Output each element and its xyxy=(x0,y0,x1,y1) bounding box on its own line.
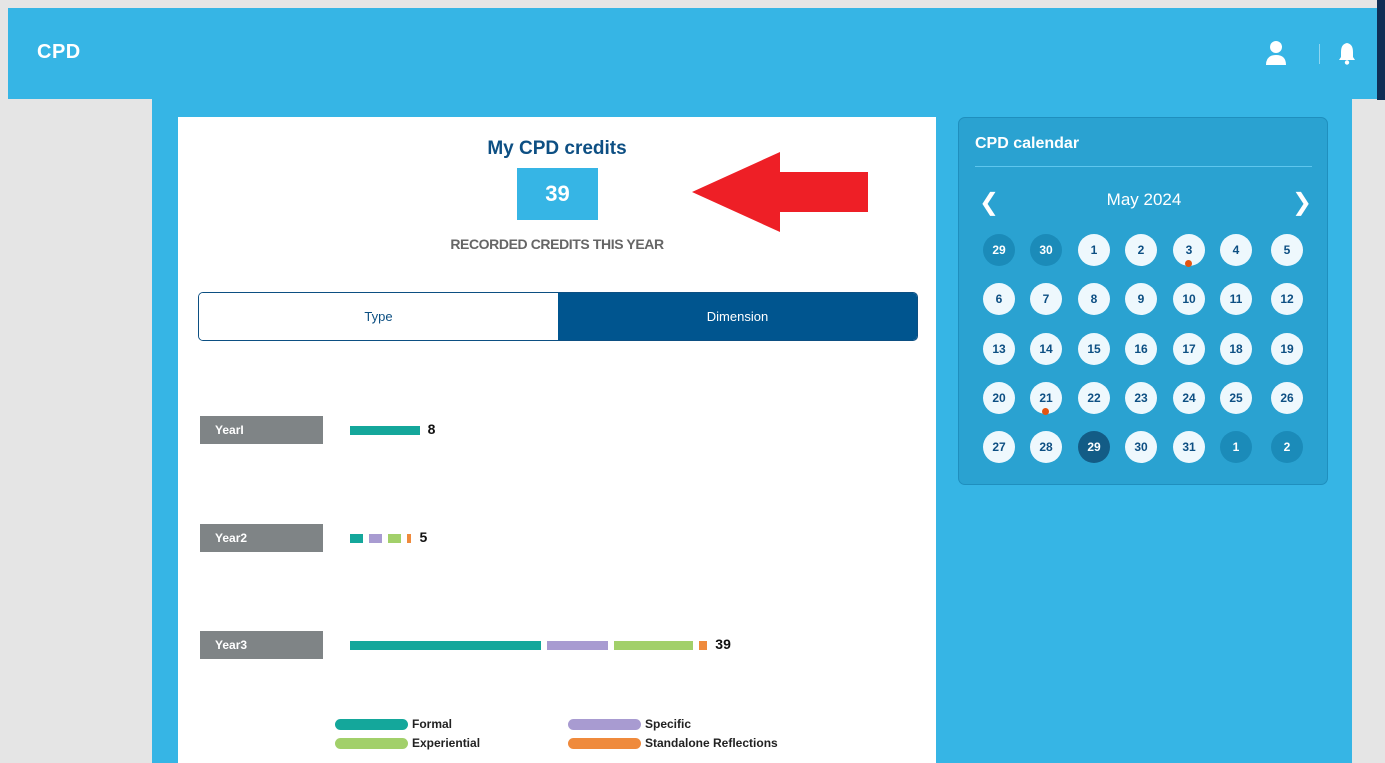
chevron-right-icon[interactable]: ❯ xyxy=(1292,188,1312,217)
calendar-month: May 2024 xyxy=(1106,190,1182,209)
calendar-day[interactable]: 1 xyxy=(1078,234,1110,266)
calendar-day[interactable]: 18 xyxy=(1220,333,1252,365)
legend-experiential-label: Experiential xyxy=(412,736,481,750)
row-label-year3: Year3 xyxy=(200,631,323,659)
calendar-day[interactable]: 23 xyxy=(1125,382,1157,414)
header-divider xyxy=(1319,44,1320,64)
red-arrow-icon xyxy=(692,152,868,232)
calendar-day[interactable]: 21 xyxy=(1030,382,1062,415)
calendar-day[interactable]: 3 xyxy=(1173,234,1205,267)
legend-specific-label: Specific xyxy=(645,717,692,731)
tab-type[interactable]: Type xyxy=(199,293,558,340)
calendar-day[interactable]: 12 xyxy=(1271,283,1303,315)
legend-formal: Formal xyxy=(335,717,452,731)
calendar-day[interactable]: 22 xyxy=(1078,382,1110,414)
calendar-day[interactable]: 20 xyxy=(983,382,1015,414)
legend-experiential-swatch xyxy=(335,737,408,749)
calendar-day[interactable]: 27 xyxy=(983,431,1015,463)
legend-specific: Specific xyxy=(568,717,691,731)
calendar-day[interactable]: 30 xyxy=(1030,234,1062,266)
bar-year3-standalone-reflections xyxy=(698,641,708,650)
legend-standalone-swatch xyxy=(568,737,641,749)
calendar-day[interactable]: 31 xyxy=(1173,431,1205,463)
tab-dimension[interactable]: Dimension xyxy=(558,293,917,340)
bar-year1-formal xyxy=(350,426,420,435)
calendar-day[interactable]: 26 xyxy=(1271,382,1303,414)
credits-value: 39 xyxy=(517,168,598,220)
calendar-day[interactable]: 11 xyxy=(1220,283,1252,315)
bar-year3-formal xyxy=(350,641,542,650)
calendar-day[interactable]: 5 xyxy=(1271,234,1303,266)
calendar-day[interactable]: 28 xyxy=(1030,431,1062,463)
calendar-day[interactable]: 10 xyxy=(1173,283,1205,315)
bar-year2-experiential xyxy=(388,534,402,543)
brand-logo[interactable]: CPD xyxy=(37,41,81,64)
legend-formal-swatch xyxy=(335,718,408,730)
bell-icon[interactable] xyxy=(1338,41,1356,65)
calendar-divider xyxy=(975,166,1312,167)
bar-year2-standalone-reflections xyxy=(407,534,412,543)
legend-formal-label: Formal xyxy=(412,717,453,731)
event-dot xyxy=(1042,408,1049,415)
calendar-day[interactable]: 8 xyxy=(1078,283,1110,315)
user-icon[interactable] xyxy=(1264,40,1288,66)
window-edge xyxy=(1377,0,1385,100)
calendar-day[interactable]: 15 xyxy=(1078,333,1110,365)
bar-year2-specific xyxy=(369,534,383,543)
calendar-day[interactable]: 30 xyxy=(1125,431,1157,463)
calendar-day[interactable]: 7 xyxy=(1030,283,1062,315)
row-label-year1: YearI xyxy=(200,416,323,444)
calendar-day[interactable]: 29 xyxy=(1078,431,1110,463)
calendar-day[interactable]: 14 xyxy=(1030,333,1062,365)
row-label-year2: Year2 xyxy=(200,524,323,552)
bar-year3-experiential xyxy=(614,641,693,650)
credits-subtitle: RECORDED CREDITS THIS YEAR xyxy=(450,236,664,252)
calendar-day[interactable]: 17 xyxy=(1173,333,1205,365)
legend-standalone-reflections: Standalone Reflections xyxy=(568,736,778,750)
calendar-day[interactable]: 6 xyxy=(983,283,1015,315)
chart-tabs: Type Dimension xyxy=(198,292,918,341)
legend-standalone-label: Standalone Reflections xyxy=(645,736,778,750)
calendar-day[interactable]: 16 xyxy=(1125,333,1157,365)
bar-year3-specific xyxy=(547,641,609,650)
legend-experiential: Experiential xyxy=(335,736,480,750)
calendar-day[interactable]: 29 xyxy=(983,234,1015,266)
calendar-day[interactable]: 1 xyxy=(1220,431,1252,463)
bar-total-year2: 5 xyxy=(419,529,428,545)
legend-specific-swatch xyxy=(568,718,641,730)
bar-total-year3: 39 xyxy=(715,636,731,652)
calendar-title: CPD calendar xyxy=(975,135,1080,152)
calendar-day[interactable]: 2 xyxy=(1125,234,1157,266)
calendar-day[interactable]: 13 xyxy=(983,333,1015,365)
top-bar: CPD xyxy=(8,8,1377,99)
calendar-day[interactable]: 4 xyxy=(1220,234,1252,266)
calendar-day[interactable]: 2 xyxy=(1271,431,1303,463)
calendar-day[interactable]: 24 xyxy=(1173,382,1205,414)
bar-year2-formal xyxy=(350,534,364,543)
calendar-day[interactable]: 19 xyxy=(1271,333,1303,365)
event-dot xyxy=(1185,260,1192,267)
cpd-calendar: CPD calendar ❮ May 2024 ❯ 29 30 1 2 3 4 5 6 7 8 9 1… xyxy=(958,117,1328,485)
calendar-day[interactable]: 25 xyxy=(1220,382,1252,414)
bar-total-year1: 8 xyxy=(427,421,436,437)
calendar-day[interactable]: 9 xyxy=(1125,283,1157,315)
